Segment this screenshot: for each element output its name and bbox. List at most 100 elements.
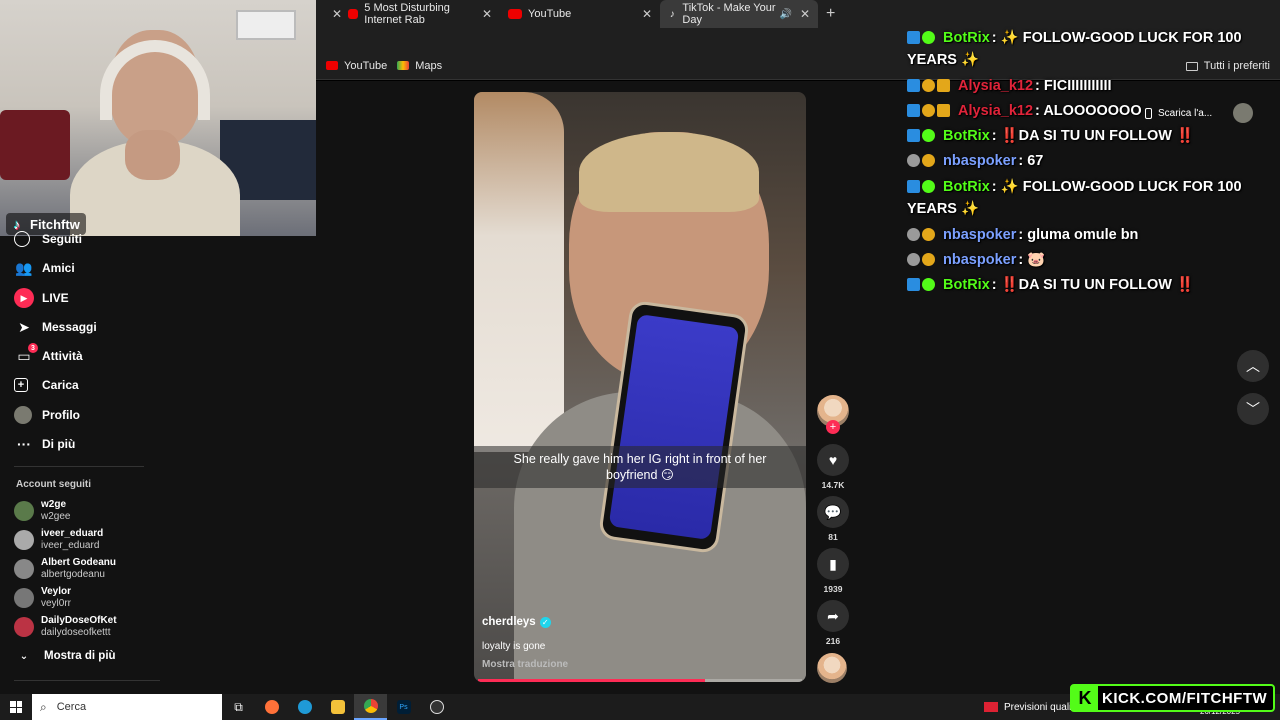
weather-widget[interactable]: Previsioni quali	[984, 694, 1071, 720]
chat-text: : FICIIIIIIIIIII	[1035, 78, 1112, 94]
nav-friends[interactable]: 👥 Amici	[14, 257, 75, 279]
video-player[interactable]: She really gave him her IG right in fron…	[474, 92, 806, 682]
close-tab-icon[interactable]: ✕	[634, 7, 652, 21]
obs-button[interactable]	[420, 694, 453, 720]
nav-label: Seguiti	[42, 232, 83, 246]
chat-text: : ✨ FOLLOW-GOOD LUCK FOR 100	[991, 30, 1242, 46]
nav-messages[interactable]: ➤ Messaggi	[14, 316, 97, 338]
file-explorer-button[interactable]	[321, 694, 354, 720]
edge-button[interactable]	[288, 694, 321, 720]
account-item[interactable]: DailyDoseOfKet dailydoseofkettt	[14, 614, 117, 640]
messages-icon: ➤	[18, 318, 30, 335]
all-bookmarks-label: Tutti i preferiti	[1203, 60, 1270, 72]
nav-more[interactable]: ··· Di più	[14, 433, 75, 455]
chevron-up-icon: ︿	[1246, 358, 1260, 374]
chat-username: Alysia_k12	[958, 103, 1034, 119]
maps-icon	[397, 61, 410, 70]
firefox-button[interactable]	[255, 694, 288, 720]
photoshop-icon: Ps	[396, 700, 411, 714]
account-name: DailyDoseOfKet	[41, 615, 117, 626]
chat-username: BotRix	[943, 30, 990, 46]
save-button[interactable]: ▮ 1939	[816, 548, 850, 594]
chevron-down-icon: ﹀	[1246, 401, 1260, 417]
weather-label: Previsioni quali	[1004, 701, 1072, 713]
browser-tab-0[interactable]: ✕	[316, 0, 342, 28]
browser-tab-1[interactable]: 5 Most Disturbing Internet Rab ✕	[340, 0, 500, 28]
show-translation-link[interactable]: Mostra traduzione	[482, 659, 568, 670]
chat-message: BotRix: ‼️DA SI TU UN FOLLOW ‼️	[907, 125, 1194, 147]
account-handle: veyl0rr	[41, 598, 72, 609]
all-bookmarks[interactable]: Tutti i preferiti	[1185, 52, 1270, 80]
nav-activity[interactable]: ▭ 3 Attività	[14, 343, 83, 367]
live-icon: ▶	[14, 288, 34, 308]
edge-icon	[297, 700, 312, 714]
video-progress-bar[interactable]	[478, 679, 802, 682]
more-icon: ···	[17, 436, 31, 452]
nav-following[interactable]: Seguiti	[14, 228, 82, 250]
chat-text: : 67	[1018, 153, 1044, 169]
task-view-button[interactable]: ⧉	[222, 694, 255, 720]
chat-text: : ‼️DA SI TU UN FOLLOW ‼️	[991, 128, 1195, 144]
following-icon	[14, 231, 30, 247]
sub-badge-icon	[922, 228, 935, 241]
nav-label: Carica	[42, 378, 79, 392]
browser-tab-3[interactable]: ♪ TikTok - Make Your Day 🔊 ✕	[660, 0, 818, 28]
account-item[interactable]: Veylor veyl0rr	[14, 585, 71, 611]
user-avatar[interactable]	[1233, 103, 1253, 123]
close-tab-icon[interactable]: ✕	[792, 7, 810, 21]
comment-button[interactable]: 💬 81	[816, 496, 850, 542]
chat-text: YEARS ✨	[907, 52, 980, 68]
account-item[interactable]: iveer_eduard iveer_eduard	[14, 527, 103, 553]
start-button[interactable]	[0, 694, 32, 720]
sub-badge-icon	[922, 104, 935, 117]
emote-badge-icon	[907, 154, 920, 167]
close-tab-icon[interactable]: ✕	[474, 7, 492, 21]
divider	[14, 680, 160, 681]
chat-username: Alysia_k12	[958, 78, 1034, 94]
profile-icon	[14, 406, 32, 424]
new-tab-button[interactable]: +	[826, 5, 835, 23]
chat-message: nbaspoker: 67	[907, 150, 1043, 172]
avatar	[14, 617, 34, 637]
share-icon: ➦	[817, 600, 849, 632]
nav-profile[interactable]: Profilo	[14, 404, 80, 426]
crown-icon	[937, 79, 950, 92]
bot-badge-icon	[907, 278, 920, 291]
nav-label: Amici	[42, 261, 75, 275]
taskbar-search[interactable]: ⌕ Cerca	[32, 694, 222, 720]
speaker-icon[interactable]: 🔊	[779, 9, 791, 20]
like-button[interactable]: ♥ 14.7K	[816, 444, 850, 490]
browser-tab-2[interactable]: YouTube ✕	[500, 0, 660, 28]
chrome-button[interactable]	[354, 694, 387, 720]
chat-username: nbaspoker	[943, 227, 1017, 243]
download-app-button[interactable]: Scarica l'a...	[1145, 104, 1212, 122]
account-handle: dailydoseofkettt	[41, 627, 111, 638]
chevron-down-icon: ⌄	[19, 650, 29, 662]
verified-badge-icon	[922, 129, 935, 142]
previous-video-button[interactable]: ︿	[1237, 350, 1269, 382]
nav-label: Messaggi	[42, 320, 97, 334]
sub-badge-icon	[922, 253, 935, 266]
chat-username: BotRix	[943, 277, 990, 293]
chat-message: BotRix: ✨ FOLLOW-GOOD LUCK FOR 100	[907, 27, 1242, 49]
account-name: Veylor	[41, 586, 72, 597]
bookmark-maps[interactable]: Maps	[397, 60, 442, 72]
friends-icon: 👥	[15, 259, 33, 276]
chat-message-cont: YEARS ✨	[907, 49, 979, 71]
show-more-button[interactable]: ⌄ Mostra di più	[14, 645, 116, 667]
nav-upload[interactable]: + Carica	[14, 374, 79, 396]
next-video-button[interactable]: ﹀	[1237, 393, 1269, 425]
nav-live[interactable]: ▶ LIVE	[14, 287, 69, 309]
bookmark-youtube[interactable]: YouTube	[326, 60, 387, 72]
account-item[interactable]: w2ge w2gee	[14, 498, 70, 524]
share-button[interactable]: ➦ 216	[816, 600, 850, 646]
next-creator-avatar[interactable]	[817, 653, 847, 683]
verified-badge-icon	[922, 31, 935, 44]
activity-icon: ▭ 3	[14, 343, 38, 366]
chat-username: BotRix	[943, 128, 990, 144]
video-author[interactable]: cherdleys ✓	[482, 616, 551, 628]
account-item[interactable]: Albert Godeanu albertgodeanu	[14, 556, 116, 582]
follow-plus-icon[interactable]: +	[826, 420, 840, 434]
show-more-label: Mostra di più	[44, 650, 116, 662]
photoshop-button[interactable]: Ps	[387, 694, 420, 720]
